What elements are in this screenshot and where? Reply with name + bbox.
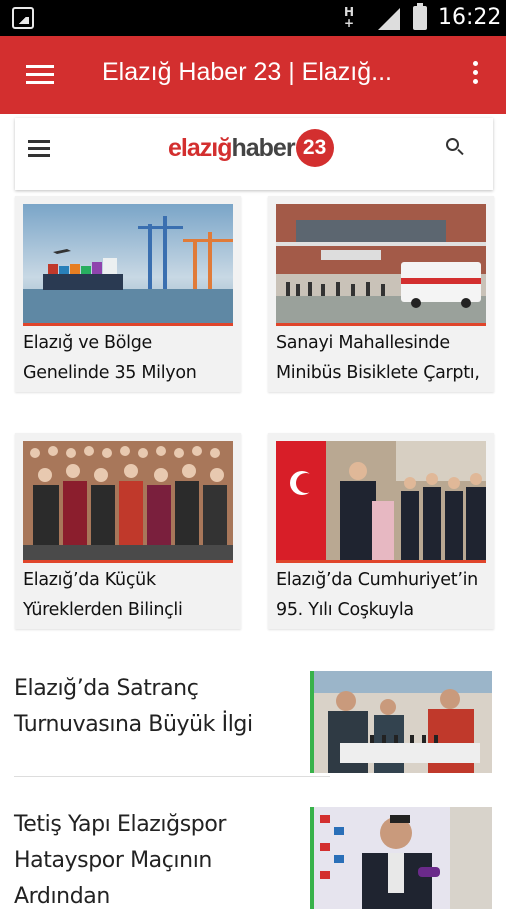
card-title: Elazığ ve Bölge Genelinde 35 Milyon Dola… xyxy=(23,333,197,383)
list-item[interactable]: Tetiş Yapı Elazığspor Hatayspor Maçının … xyxy=(14,807,492,909)
signal-icon xyxy=(378,8,400,30)
news-card[interactable]: Sanayi Mahallesinde Minibüs Bisiklete Ça… xyxy=(268,196,494,392)
overflow-menu-icon[interactable] xyxy=(470,61,480,89)
list-item-title: Tetiş Yapı Elazığspor Hatayspor Maçının … xyxy=(14,812,227,909)
app-bar: Elazığ Haber 23 | Elazığ... xyxy=(0,36,506,114)
logo-text-dark: haber xyxy=(231,133,295,162)
card-title: Sanayi Mahallesinde Minibüs Bisiklete Ça… xyxy=(276,333,480,383)
students-auditorium-photo xyxy=(23,441,233,563)
list-item-title: Elazığ’da Satranç Turnuvasına Büyük İlgi xyxy=(14,676,253,737)
news-card[interactable]: Elazığ’da Küçük Yüreklerden Bilinçli xyxy=(15,433,241,629)
divider xyxy=(14,776,330,777)
site-logo[interactable]: elazığ haber 23 xyxy=(168,126,334,170)
card-title: Elazığ’da Küçük Yüreklerden Bilinçli xyxy=(23,570,183,620)
news-card[interactable]: Elazığ ve Bölge Genelinde 35 Milyon Dola… xyxy=(15,196,241,392)
press-interview-photo xyxy=(310,807,492,909)
ceremony-flag-photo xyxy=(276,441,486,563)
logo-badge: 23 xyxy=(295,129,334,167)
news-card[interactable]: Elazığ’da Cumhuriyet’in 95. Yılı Coşkuyl… xyxy=(268,433,494,629)
battery-icon xyxy=(413,3,427,30)
network-hplus-icon: H + xyxy=(344,5,355,30)
chess-tournament-photo xyxy=(310,671,492,773)
status-time: 16:22 xyxy=(438,5,502,30)
gallery-icon xyxy=(12,7,34,29)
site-header: elazığ haber 23 xyxy=(15,118,493,190)
list-item[interactable]: Elazığ’da Satranç Turnuvasına Büyük İlgi xyxy=(14,671,492,775)
hamburger-menu-icon[interactable] xyxy=(26,65,54,85)
logo-text-red: elazığ xyxy=(168,133,232,162)
search-icon[interactable] xyxy=(446,138,466,158)
site-menu-icon[interactable] xyxy=(28,140,50,158)
app-title: Elazığ Haber 23 | Elazığ... xyxy=(102,58,392,86)
cargo-ship-port-photo xyxy=(23,204,233,326)
card-title: Elazığ’da Cumhuriyet’in 95. Yılı Coşkuyl… xyxy=(276,570,478,620)
ambulance-hospital-photo xyxy=(276,204,486,326)
status-bar: H + 16:22 xyxy=(0,0,506,36)
